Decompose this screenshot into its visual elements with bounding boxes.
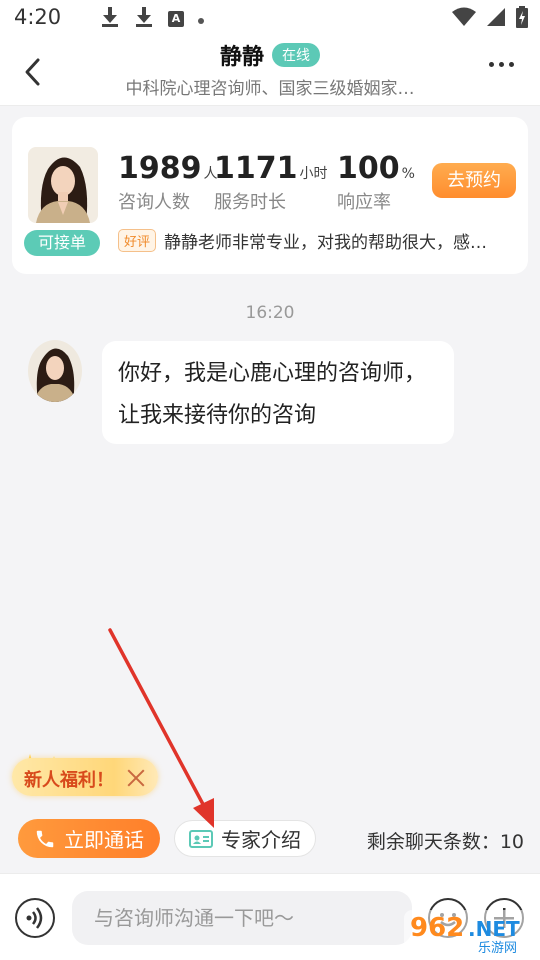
site-watermark: 962 .NET 乐游网 (402, 906, 534, 956)
expert-intro-button[interactable]: 专家介绍 (174, 820, 316, 857)
chat-header: 静静 在线 中科院心理咨询师、国家三级婚姻家… (0, 36, 540, 106)
counselor-profile-card[interactable]: 可接单 1989 人 咨询人数 1171 小时 服务时长 100% 响应率 去预约 … (12, 117, 528, 274)
stat-value: 1989 (118, 151, 202, 186)
more-notifications-icon (198, 18, 204, 24)
stat-unit: 小时 (299, 166, 328, 182)
online-badge: 在线 (272, 43, 320, 67)
counselor-title: 中科院心理咨询师、国家三级婚姻家… (125, 79, 415, 99)
intro-button-label: 专家介绍 (221, 828, 301, 852)
status-bar: 4:20 A (0, 0, 540, 36)
remaining-chats-count: 剩余聊天条数：10 (366, 831, 524, 853)
counselor-name: 静静 (219, 45, 264, 70)
stat-label: 服务时长 (214, 192, 286, 213)
stat-unit: % (401, 166, 415, 182)
book-appointment-button[interactable]: 去预约 (432, 163, 516, 198)
dot (499, 62, 504, 67)
battery-icon (516, 6, 528, 28)
message-timestamp: 16:20 (245, 303, 295, 323)
svg-text:.NET: .NET (468, 917, 520, 941)
more-options-button[interactable] (489, 62, 514, 67)
newcomer-benefit-banner[interactable]: 新人福利！ (4, 752, 164, 802)
close-icon[interactable] (126, 768, 146, 788)
dot (509, 62, 514, 67)
counselor-avatar[interactable] (28, 147, 98, 223)
font-app-icon: A (168, 10, 184, 27)
sender-avatar[interactable] (28, 340, 82, 402)
status-time: 4:20 (14, 5, 62, 29)
banner-label: 新人福利！ (24, 770, 114, 791)
title-row: 静静 在线 (0, 39, 540, 71)
svg-text:962: 962 (410, 913, 464, 943)
stat-consultations: 1989 人 咨询人数 (118, 151, 218, 214)
call-now-button[interactable]: 立即通话 (18, 819, 160, 858)
svg-text:乐游网: 乐游网 (478, 941, 517, 956)
stat-label: 咨询人数 (118, 192, 190, 213)
dot (489, 62, 494, 67)
review-text: 静静老师非常专业，对我的帮助很大，感… (164, 233, 488, 253)
id-card-icon (189, 829, 213, 848)
notification-icons: A (100, 6, 204, 28)
stat-service-hours: 1171 小时 服务时长 (214, 151, 328, 214)
available-badge: 可接单 (24, 230, 100, 256)
phone-icon (36, 830, 54, 847)
stat-value: 100 (337, 151, 400, 186)
system-icons (452, 6, 528, 28)
voice-input-button[interactable] (15, 898, 55, 938)
message-input[interactable] (72, 891, 412, 945)
call-button-label: 立即通话 (64, 828, 144, 852)
stat-response-rate: 100% 响应率 (337, 151, 415, 214)
sender-portrait (28, 340, 82, 402)
watermark-logo: 962 .NET 乐游网 (404, 910, 532, 956)
counselor-portrait (28, 147, 98, 223)
download-icon (134, 6, 154, 28)
stat-label: 响应率 (337, 192, 391, 213)
review-snippet[interactable]: 好评 静静老师非常专业，对我的帮助很大，感… (118, 228, 514, 253)
voice-icon (26, 907, 43, 929)
download-icon (100, 6, 120, 28)
chat-message-bubble: 你好，我是心鹿心理的咨询师，让我来接待你的咨询 (102, 341, 454, 444)
wifi-icon (452, 7, 476, 26)
review-tag: 好评 (118, 229, 157, 252)
signal-icon (487, 8, 505, 26)
stat-value: 1171 (214, 151, 298, 186)
